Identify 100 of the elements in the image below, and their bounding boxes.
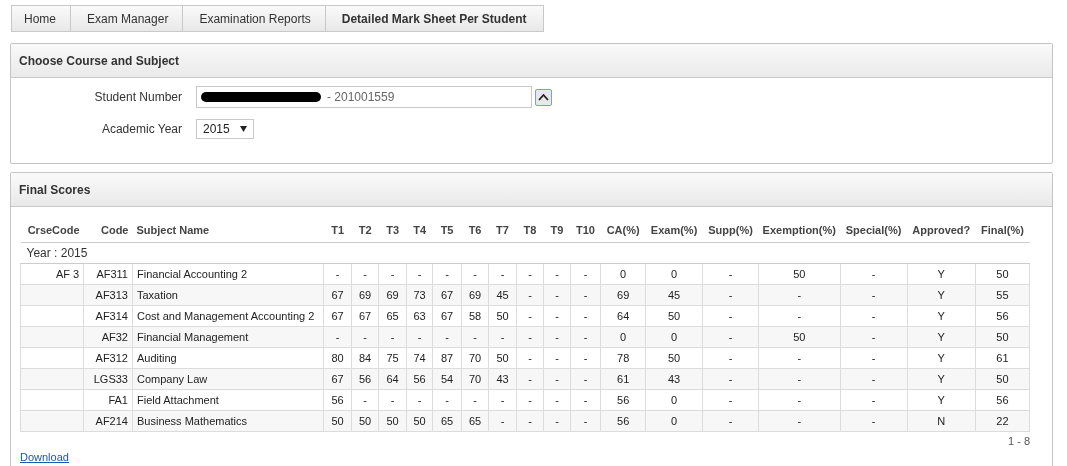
column-header: T9 [543, 214, 571, 243]
table-cell: 75 [378, 347, 407, 369]
table-cell: - [461, 389, 489, 411]
caret-up-icon [538, 93, 549, 101]
table-cell: Financial Accounting 2 [132, 263, 324, 285]
table-cell: 84 [351, 347, 379, 369]
table-cell: 56 [975, 389, 1030, 411]
table-cell: 50 [975, 263, 1030, 285]
table-cell: - [758, 347, 840, 369]
popup-button[interactable] [535, 88, 552, 106]
table-cell: - [702, 305, 759, 327]
pagination-range: 1 - 8 [1008, 435, 1030, 447]
table-cell: - [516, 347, 544, 369]
table-cell: AF312 [83, 347, 133, 369]
table-cell: - [570, 347, 601, 369]
column-header: Final(%) [975, 214, 1030, 243]
breadcrumb-item[interactable]: Home [11, 5, 70, 32]
table-cell [20, 347, 84, 369]
table-cell: Cost and Management Accounting 2 [132, 305, 324, 327]
column-header: Subject Name [132, 214, 324, 243]
table-cell: - [758, 389, 840, 411]
table-cell: - [543, 389, 571, 411]
table-cell: - [702, 263, 759, 285]
student-number-field[interactable]: - 201001559 [196, 86, 532, 108]
table-cell: - [758, 305, 840, 327]
table-cell: 67 [432, 305, 462, 327]
table-cell: - [351, 263, 379, 285]
panel-title: Final Scores [19, 182, 91, 197]
table-cell: Y [907, 389, 976, 411]
table-cell: Y [907, 263, 976, 285]
column-header: Exemption(%) [758, 214, 840, 243]
table-cell: 87 [432, 347, 462, 369]
table-cell: 56 [600, 389, 646, 411]
table-cell: 65 [378, 305, 407, 327]
column-header: Code [83, 214, 133, 243]
table-cell: AF314 [83, 305, 133, 327]
column-header: T7 [488, 214, 517, 243]
table-cell: 63 [406, 305, 433, 327]
table-cell: 50 [645, 305, 703, 327]
column-header: T1 [323, 214, 352, 243]
table-cell: - [543, 347, 571, 369]
column-header: Supp(%) [702, 214, 759, 243]
table-cell: - [516, 263, 544, 285]
table-cell: 0 [645, 263, 703, 285]
table-cell: - [406, 263, 433, 285]
table-cell: - [543, 263, 571, 285]
table-cell: - [543, 305, 571, 327]
table-cell: - [378, 263, 407, 285]
column-header: T5 [432, 214, 462, 243]
group-heading: Year : 2015 [26, 246, 88, 260]
table-cell: 56 [975, 305, 1030, 327]
table-cell: 80 [323, 347, 352, 369]
breadcrumb-item[interactable]: Detailed Mark Sheet Per Student [324, 5, 544, 32]
breadcrumb-item[interactable]: Examination Reports [182, 5, 325, 32]
panel-title: Choose Course and Subject [19, 53, 180, 68]
column-header: T10 [570, 214, 601, 243]
column-header: Special(%) [840, 214, 908, 243]
table-cell: - [406, 389, 433, 411]
table-cell: - [840, 389, 908, 411]
table-cell: - [432, 263, 462, 285]
table-cell: AF 3 [20, 263, 84, 285]
table-cell: - [570, 389, 601, 411]
table-cell: - [378, 389, 407, 411]
column-header: CrseCode [20, 214, 84, 243]
table-cell: - [840, 263, 908, 285]
table-cell: - [461, 263, 489, 285]
table-cell: FA1 [83, 389, 133, 411]
table-cell: - [351, 389, 379, 411]
field-label: Student Number [93, 90, 183, 104]
download-link[interactable]: Download [20, 451, 69, 463]
column-header: T2 [351, 214, 379, 243]
table-cell: - [516, 389, 544, 411]
table-cell: 67 [351, 305, 379, 327]
table-cell: - [702, 389, 759, 411]
table-cell [20, 305, 84, 327]
table-cell: 67 [323, 305, 352, 327]
column-header: CA(%) [600, 214, 646, 243]
table-cell: 64 [600, 305, 646, 327]
table-cell: - [432, 389, 462, 411]
breadcrumb-item[interactable]: Exam Manager [70, 5, 183, 32]
table-cell: 50 [488, 305, 517, 327]
column-header: Approved? [907, 214, 976, 243]
table-cell: - [702, 347, 759, 369]
table-cell [20, 389, 84, 411]
table-cell [20, 410, 84, 432]
column-header: T3 [378, 214, 407, 243]
academic-year-select[interactable]: 2015 [196, 119, 254, 139]
table-cell: Y [907, 305, 976, 327]
table-cell: 0 [600, 263, 646, 285]
table-cell: 50 [758, 263, 840, 285]
table-cell: 78 [600, 347, 646, 369]
table-cell: 50 [645, 347, 703, 369]
table-cell [20, 326, 84, 348]
field-label: Academic Year [100, 122, 183, 136]
column-header: T6 [461, 214, 489, 243]
table-cell [20, 284, 84, 306]
table-cell: - [516, 305, 544, 327]
column-header: Exam(%) [645, 214, 703, 243]
table-cell: 58 [461, 305, 489, 327]
table-cell: Field Attachment [132, 389, 324, 411]
